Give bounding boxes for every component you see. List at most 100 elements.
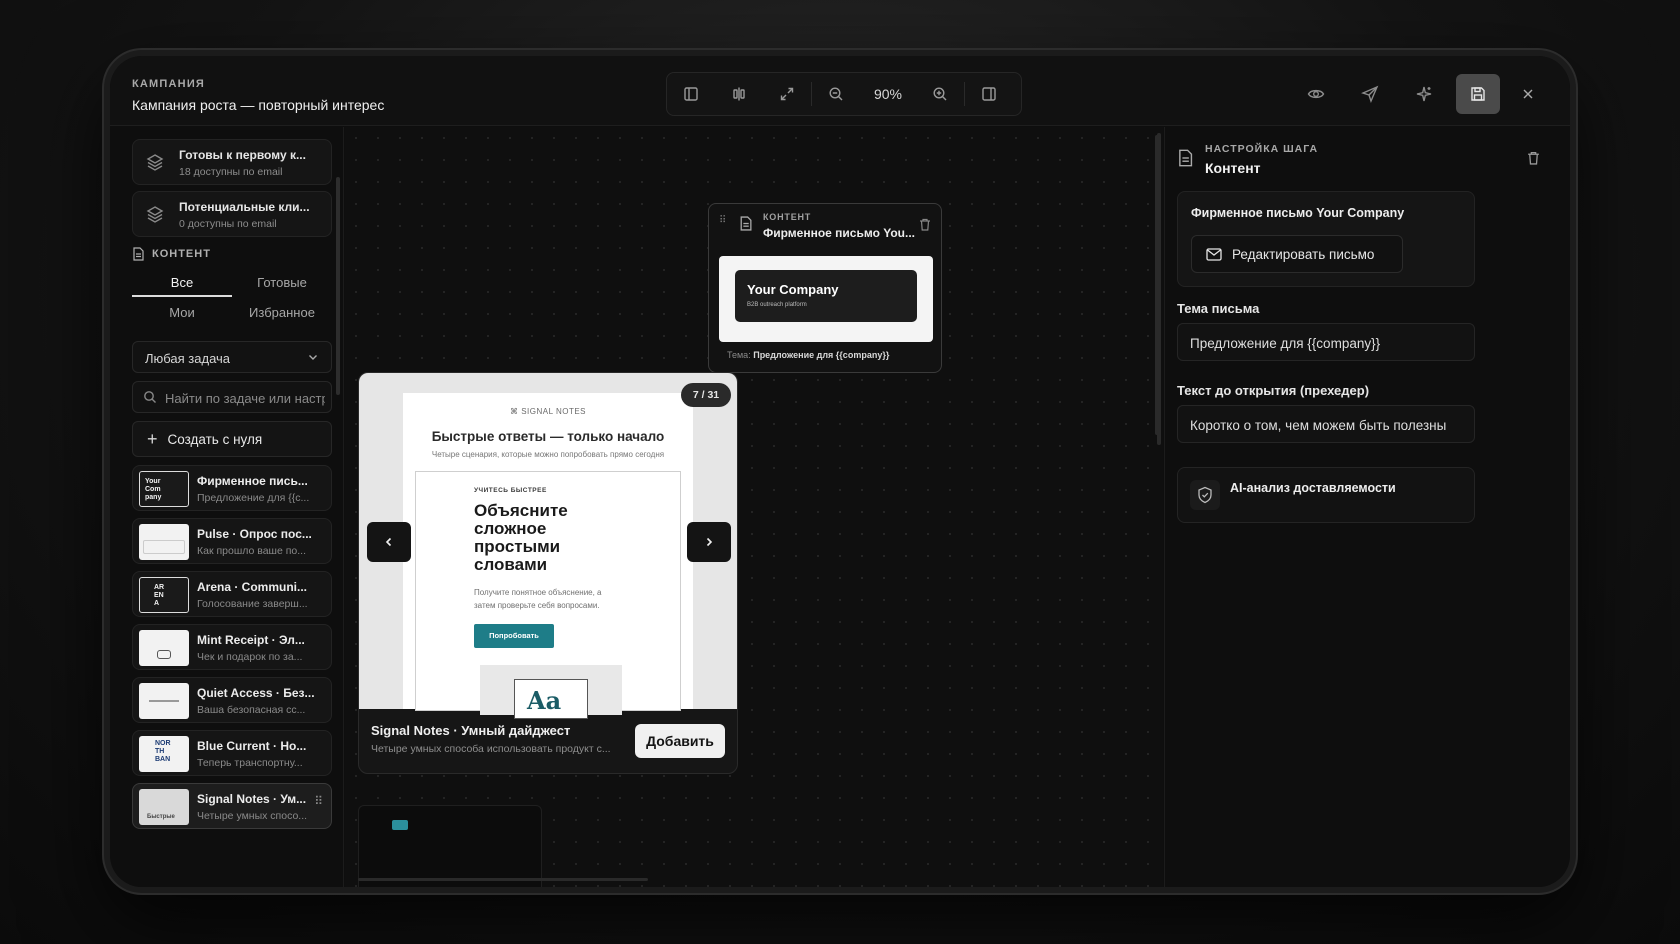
template-thumbnail: Быстрые bbox=[139, 789, 189, 825]
layers-icon bbox=[145, 204, 165, 224]
preheader-input[interactable] bbox=[1190, 415, 1462, 435]
thumbnail-text: Быстрые bbox=[147, 814, 175, 820]
send-button[interactable] bbox=[1348, 74, 1392, 114]
template-item[interactable]: Mint Receipt · Эл... Чек и подарок по за… bbox=[132, 624, 332, 670]
template-title: Mint Receipt · Эл... bbox=[197, 633, 305, 647]
template-item[interactable]: Pulse · Опрос пос... Как прошло ваше по.… bbox=[132, 518, 332, 564]
trash-icon[interactable] bbox=[1527, 151, 1540, 165]
popup-template-title: Signal Notes · Умный дайджест bbox=[371, 723, 571, 738]
audience-card[interactable]: Потенциальные кли... 0 доступны по email bbox=[132, 191, 332, 237]
mail-subheading: Четыре сценария, которые можно попробова… bbox=[431, 450, 665, 459]
mail-brand: ⌘ SIGNAL NOTES bbox=[509, 407, 587, 416]
canvas-node-placeholder[interactable] bbox=[358, 805, 542, 887]
node-preview-title: Your Company bbox=[747, 282, 839, 297]
panel-right-icon bbox=[982, 87, 996, 101]
eye-icon bbox=[1307, 89, 1325, 99]
header-actions bbox=[1294, 74, 1546, 114]
toggle-left-panel-button[interactable] bbox=[667, 72, 715, 116]
close-icon bbox=[1523, 89, 1533, 99]
top-header: КАМПАНИЯ Кампания роста — повторный инте… bbox=[110, 56, 1570, 126]
subject-input[interactable] bbox=[1190, 333, 1462, 353]
save-icon bbox=[1471, 87, 1485, 101]
template-item-selected[interactable]: Быстрые Signal Notes · Ум... Четыре умны… bbox=[132, 783, 332, 829]
node-status-bar bbox=[392, 820, 408, 830]
task-select[interactable]: Любая задача bbox=[132, 341, 332, 373]
mail-icon bbox=[1206, 247, 1222, 261]
preheader-label: Текст до открытия (прехедер) bbox=[1177, 383, 1370, 398]
drag-handle-icon[interactable]: ⠿ bbox=[719, 216, 726, 226]
template-item[interactable]: AR EN A Arena · Communi... Голосование з… bbox=[132, 571, 332, 617]
device-frame: КАМПАНИЯ Кампания роста — повторный инте… bbox=[104, 50, 1576, 893]
settings-title: Контент bbox=[1205, 160, 1261, 176]
node-preview-subtitle: B2B outreach platform bbox=[747, 302, 807, 308]
template-title: Arena · Communi... bbox=[197, 580, 308, 594]
selected-template-title: Фирменное письмо Your Company bbox=[1191, 206, 1405, 220]
template-title: Blue Current · Но... bbox=[197, 739, 307, 753]
canvas-vertical-scrollbar[interactable] bbox=[1155, 135, 1159, 435]
card-kicker: УЧИТЕСЬ БЫСТРЕЕ bbox=[474, 487, 547, 494]
template-title: Pulse · Опрос пос... bbox=[197, 527, 312, 541]
create-from-scratch-button[interactable]: + Создать с нуля bbox=[132, 421, 332, 457]
audience-card[interactable]: Готовы к первому к... 18 доступны по ema… bbox=[132, 139, 332, 185]
node-subject-label: Тема: bbox=[727, 350, 751, 360]
template-search bbox=[132, 381, 332, 413]
save-button[interactable] bbox=[1456, 74, 1500, 114]
ai-magic-button[interactable] bbox=[1402, 74, 1446, 114]
node-title: Фирменное письмо You... bbox=[763, 226, 916, 240]
app-screen: КАМПАНИЯ Кампания роста — повторный инте… bbox=[110, 56, 1570, 887]
card-image-text: Aa bbox=[527, 686, 562, 715]
content-node[interactable]: ⠿ КОНТЕНТ Фирменное письмо You... Your C… bbox=[708, 203, 942, 373]
template-item[interactable]: Quiet Access · Без... Ваша безопасная сс… bbox=[132, 677, 332, 723]
chevron-right-icon bbox=[706, 537, 713, 547]
template-thumbnail: NOR TH BAN bbox=[139, 736, 189, 772]
send-icon bbox=[1361, 85, 1379, 103]
drag-handle-icon[interactable]: ⠿ bbox=[314, 795, 323, 807]
close-button[interactable] bbox=[1510, 74, 1546, 114]
canvas-horizontal-scrollbar[interactable] bbox=[358, 878, 648, 881]
flow-canvas[interactable]: ⠿ КОНТЕНТ Фирменное письмо You... Your C… bbox=[345, 127, 1163, 887]
fit-to-screen-button[interactable] bbox=[763, 72, 811, 116]
tab-mine[interactable]: Мои bbox=[132, 299, 232, 327]
audience-title: Готовы к первому к... bbox=[179, 148, 306, 162]
template-item[interactable]: Your Com pany Фирменное пись... Предложе… bbox=[132, 465, 332, 511]
sidebar-scrollbar[interactable] bbox=[336, 177, 340, 395]
card-text: Получите понятное объяснение, а затем пр… bbox=[474, 588, 602, 610]
align-icon bbox=[733, 87, 745, 101]
left-sidebar: Готовы к первому к... 18 доступны по ema… bbox=[110, 127, 344, 887]
template-item[interactable]: NOR TH BAN Blue Current · Но... Теперь т… bbox=[132, 730, 332, 776]
tab-all[interactable]: Все bbox=[132, 269, 232, 297]
search-input[interactable] bbox=[165, 388, 325, 408]
template-title: Фирменное пись... bbox=[197, 474, 308, 488]
toggle-right-panel-button[interactable] bbox=[965, 72, 1013, 116]
card-image-frame: Aa bbox=[514, 679, 588, 719]
edit-email-label: Редактировать письмо bbox=[1232, 246, 1375, 262]
tab-favorites[interactable]: Избранное bbox=[232, 299, 332, 327]
zoom-in-button[interactable] bbox=[916, 72, 964, 116]
add-template-button[interactable]: Добавить bbox=[635, 724, 725, 758]
next-template-button[interactable] bbox=[687, 522, 731, 562]
thumbnail-text: Your Com pany bbox=[145, 478, 162, 501]
document-icon bbox=[1177, 149, 1193, 167]
trash-icon[interactable] bbox=[919, 218, 931, 231]
mail-heading: Быстрые ответы — только начало bbox=[431, 429, 665, 444]
campaign-title[interactable]: Кампания роста — повторный интерес bbox=[132, 97, 384, 113]
node-subject: Тема: Предложение для {{company}} bbox=[727, 350, 889, 360]
tab-ready[interactable]: Готовые bbox=[232, 269, 332, 297]
zoom-out-button[interactable] bbox=[812, 72, 860, 116]
sparkle-icon bbox=[1416, 86, 1432, 102]
template-title: Signal Notes · Ум... bbox=[197, 792, 307, 806]
align-button[interactable] bbox=[715, 72, 763, 116]
edit-email-button[interactable]: Редактировать письмо bbox=[1191, 235, 1403, 273]
template-thumbnail bbox=[139, 524, 189, 560]
content-section-text: КОНТЕНТ bbox=[152, 248, 211, 260]
selected-template-card: Фирменное письмо Your Company Редактиров… bbox=[1177, 191, 1475, 287]
template-title: Quiet Access · Без... bbox=[197, 686, 315, 700]
preview-button[interactable] bbox=[1294, 74, 1338, 114]
chevron-left-icon bbox=[385, 537, 392, 547]
preheader-field bbox=[1177, 405, 1475, 443]
subject-field bbox=[1177, 323, 1475, 361]
thumbnail-text: NOR TH BAN bbox=[155, 740, 171, 763]
ai-deliverability-card[interactable]: AI-анализ доставляемости bbox=[1177, 467, 1475, 523]
prev-template-button[interactable] bbox=[367, 522, 411, 562]
content-section-label: КОНТЕНТ bbox=[132, 247, 211, 261]
